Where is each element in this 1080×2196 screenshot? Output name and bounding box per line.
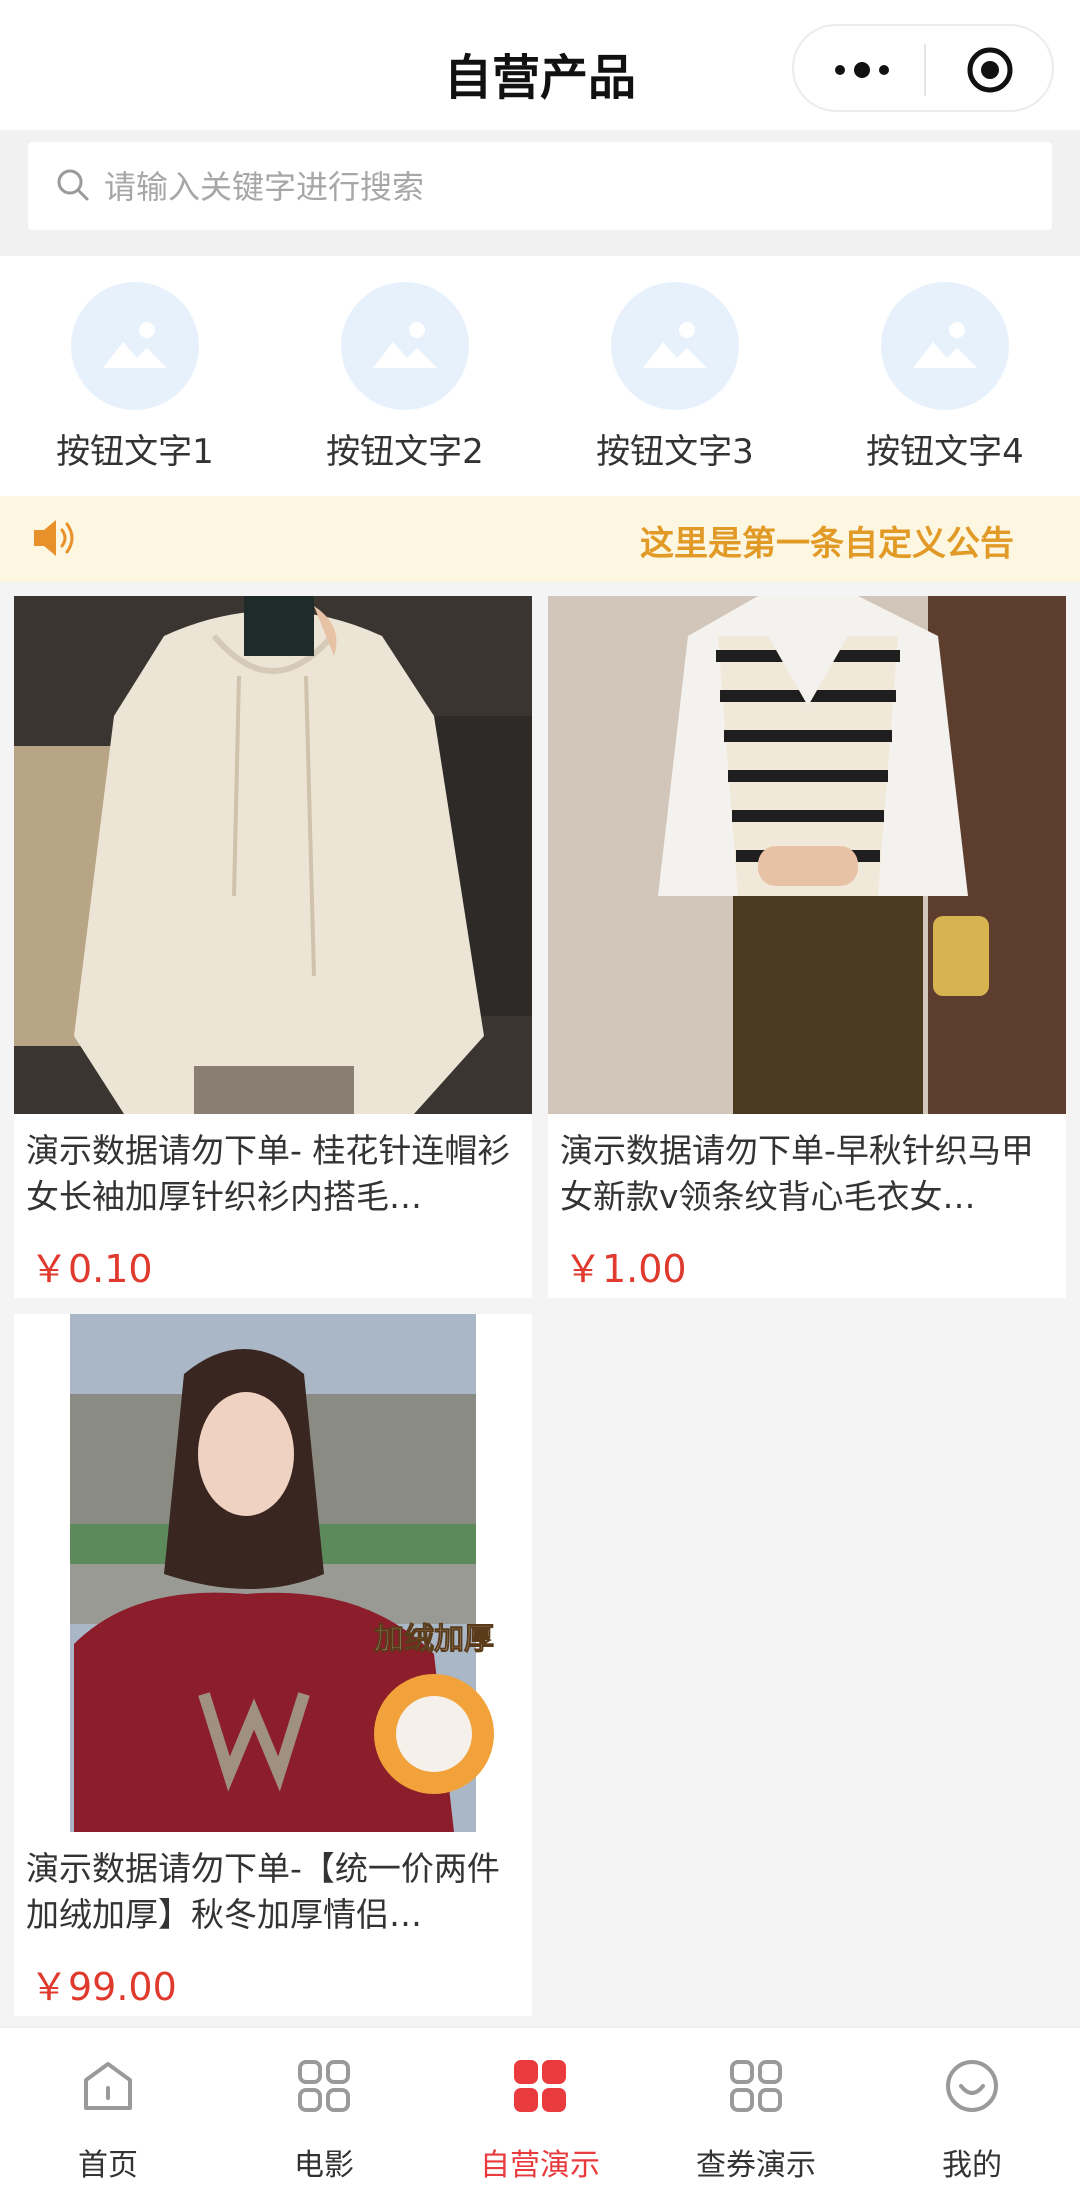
grid-icon	[514, 2060, 566, 2112]
nav-button-grid: 按钮文字1 按钮文字2 按钮文字3 按钮文字4	[0, 256, 1080, 496]
nav-button-label: 按钮文字1	[56, 432, 214, 472]
product-title: 演示数据请勿下单- 桂花针连帽衫女长袖加厚针织衫内搭毛…	[26, 1131, 511, 1216]
nav-button-label: 按钮文字3	[596, 432, 754, 472]
tab-coupon-demo[interactable]: 查券演示	[648, 2028, 864, 2196]
nav-button-2[interactable]: 按钮文字2	[270, 282, 540, 482]
miniprogram-capsule	[792, 24, 1054, 112]
product-card-2[interactable]: 演示数据请勿下单-早秋针织马甲女新款v领条纹背心毛衣女… ￥1.00	[548, 596, 1066, 1298]
notice-text: 这里是第一条自定义公告	[640, 524, 1014, 564]
search-input[interactable]	[102, 142, 1006, 232]
image-placeholder-icon	[913, 322, 977, 368]
speaker-icon	[34, 520, 74, 556]
product-card-3[interactable]: 加绒加厚 演示数据请勿下单-【统一价两件加绒加厚】秋冬加厚情侣… ￥99.00	[14, 1314, 532, 2016]
tab-label: 首页	[78, 2148, 138, 2183]
tab-home[interactable]: 首页	[0, 2028, 216, 2196]
image-placeholder-icon	[643, 322, 707, 368]
notice-bar[interactable]: 这里是第一条自定义公告	[0, 496, 1080, 582]
nav-button-icon-bg	[341, 282, 469, 410]
search-icon	[57, 169, 89, 201]
nav-button-icon-bg	[611, 282, 739, 410]
tab-label: 自营演示	[480, 2148, 600, 2183]
home-icon	[84, 2062, 132, 2110]
search-box[interactable]	[28, 142, 1052, 232]
nav-button-label: 按钮文字4	[866, 432, 1024, 472]
tab-mine[interactable]: 我的	[864, 2028, 1080, 2196]
nav-button-icon-bg	[881, 282, 1009, 410]
nav-button-3[interactable]: 按钮文字3	[540, 282, 810, 482]
grid-icon	[298, 2060, 350, 2112]
tab-label: 查券演示	[696, 2148, 816, 2183]
tab-label: 我的	[942, 2148, 1002, 2183]
nav-button-label: 按钮文字2	[326, 432, 484, 472]
product-badge: 加绒加厚	[374, 1622, 495, 1658]
image-placeholder-icon	[103, 322, 167, 368]
nav-button-1[interactable]: 按钮文字1	[0, 282, 270, 482]
nav-button-4[interactable]: 按钮文字4	[810, 282, 1080, 482]
product-card-1[interactable]: 演示数据请勿下单- 桂花针连帽衫女长袖加厚针织衫内搭毛… ￥0.10	[14, 596, 532, 1298]
image-placeholder-icon	[373, 322, 437, 368]
smile-icon	[946, 2060, 998, 2112]
tab-bar: 首页 电影 自营演示 查券演示 我的	[0, 2027, 1080, 2196]
grid-icon	[730, 2060, 782, 2112]
product-title: 演示数据请勿下单-早秋针织马甲女新款v领条纹背心毛衣女…	[560, 1131, 1034, 1216]
product-title: 演示数据请勿下单-【统一价两件加绒加厚】秋冬加厚情侣…	[26, 1849, 500, 1934]
header-bar: 自营产品	[0, 0, 1080, 130]
capsule-divider	[924, 44, 926, 96]
product-price: ￥1.00	[564, 1247, 687, 1291]
product-image[interactable]	[14, 596, 532, 1114]
product-image[interactable]	[548, 596, 1066, 1114]
search-area	[0, 130, 1080, 256]
nav-button-icon-bg	[71, 282, 199, 410]
more-icon[interactable]	[832, 60, 892, 80]
product-price: ￥0.10	[30, 1247, 153, 1291]
tab-self-operated-demo[interactable]: 自营演示	[432, 2028, 648, 2196]
product-image[interactable]: 加绒加厚	[14, 1314, 532, 1832]
tab-label: 电影	[294, 2148, 354, 2183]
tab-movie[interactable]: 电影	[216, 2028, 432, 2196]
close-target-icon[interactable]	[966, 46, 1014, 94]
product-price: ￥99.00	[30, 1965, 177, 2009]
